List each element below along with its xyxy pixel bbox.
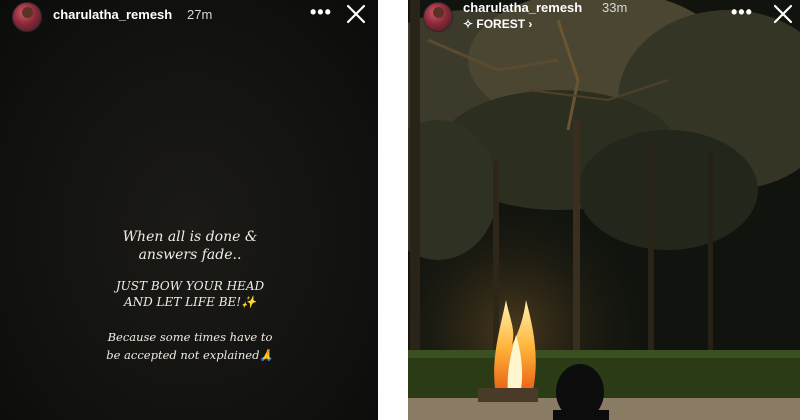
close-icon[interactable] bbox=[346, 4, 366, 24]
avatar[interactable] bbox=[12, 2, 42, 32]
quote-block-1: When all is done & answers fade.. bbox=[90, 228, 290, 264]
quote-line: When all is done & bbox=[122, 229, 258, 245]
story-header: charulatha_remesh 33m ✧ FOREST › ••• bbox=[408, 0, 800, 40]
campfire-photo bbox=[408, 0, 800, 420]
story-left[interactable]: charulatha_remesh 27m ••• When all is do… bbox=[0, 0, 378, 420]
quote-line: JUST BOW YOUR HEAD bbox=[115, 279, 265, 293]
quote-block-3: Because some times have to be accepted n… bbox=[90, 328, 290, 364]
quote-line: AND LET LIFE BE!✨ bbox=[123, 295, 257, 309]
quote-line: Because some times have to bbox=[107, 330, 273, 344]
avatar[interactable] bbox=[423, 2, 453, 32]
post-time: 33m bbox=[602, 0, 628, 15]
more-options-icon[interactable]: ••• bbox=[731, 2, 753, 23]
story-right[interactable]: charulatha_remesh 33m ✧ FOREST › ••• bbox=[408, 0, 800, 420]
username[interactable]: charulatha_remesh bbox=[463, 0, 582, 15]
story-header: charulatha_remesh 27m ••• bbox=[0, 0, 378, 40]
quote-block-2: JUST BOW YOUR HEAD AND LET LIFE BE!✨ bbox=[90, 278, 290, 310]
quote-line: be accepted not explained🙏 bbox=[106, 348, 274, 362]
location-tag[interactable]: ✧ FOREST › bbox=[463, 17, 532, 31]
close-icon[interactable] bbox=[773, 4, 793, 24]
quote-line: answers fade.. bbox=[138, 247, 242, 263]
more-options-icon[interactable]: ••• bbox=[310, 2, 332, 23]
post-time: 27m bbox=[187, 7, 213, 22]
username[interactable]: charulatha_remesh bbox=[53, 7, 172, 22]
